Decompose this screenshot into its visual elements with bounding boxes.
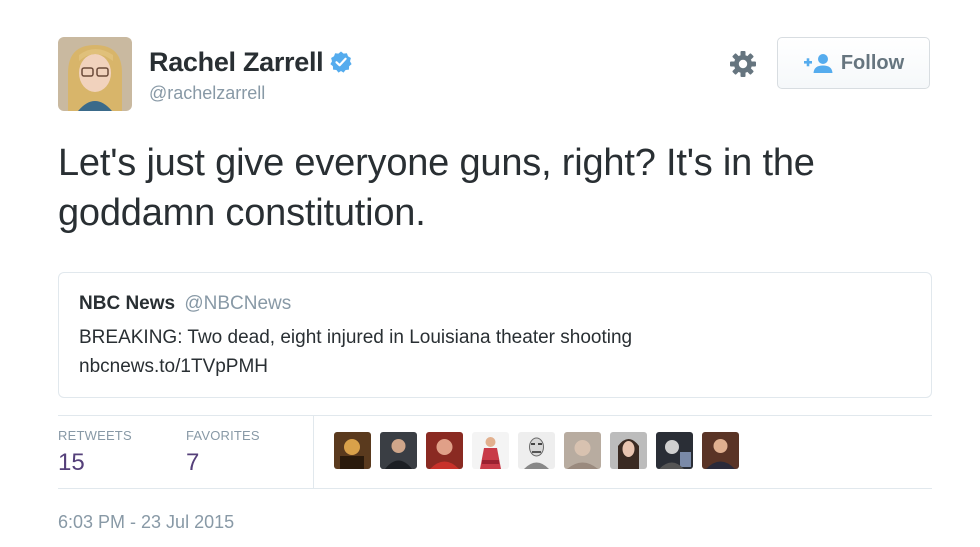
author-handle[interactable]: @rachelzarrell xyxy=(149,83,265,104)
retweets-label: RETWEETS xyxy=(58,428,132,443)
favoriter-avatar[interactable] xyxy=(334,432,371,469)
favoriter-avatar[interactable] xyxy=(656,432,693,469)
quoted-tweet-text: BREAKING: Two dead, eight injured in Lou… xyxy=(79,327,633,348)
favoriter-avatar[interactable] xyxy=(426,432,463,469)
add-user-icon xyxy=(803,54,833,73)
author-name[interactable]: Rachel Zarrell xyxy=(149,47,324,78)
quoted-tweet-handle: @NBCNews xyxy=(184,293,292,314)
favorites-label: FAVORITES xyxy=(186,428,260,443)
quoted-tweet-card[interactable]: NBC News @NBCNews BREAKING: Two dead, ei… xyxy=(58,272,932,398)
author-name-row: Rachel Zarrell xyxy=(149,44,353,80)
favoriter-avatar[interactable] xyxy=(610,432,647,469)
retweets-stat[interactable]: RETWEETS 15 xyxy=(58,428,132,477)
gear-icon[interactable] xyxy=(725,46,761,82)
favorites-count: 7 xyxy=(186,449,200,476)
favoriter-avatar[interactable] xyxy=(702,432,739,469)
tweet-text: Let's just give everyone guns, right? It… xyxy=(58,142,815,234)
quoted-tweet-name: NBC News xyxy=(79,293,176,314)
tweet-timestamp[interactable]: 6:03 PM - 23 Jul 2015 xyxy=(58,512,234,533)
favoriters-list xyxy=(334,432,748,469)
favorites-stat[interactable]: FAVORITES 7 xyxy=(186,428,260,477)
stats-divider-vertical xyxy=(313,415,314,488)
quoted-tweet-link[interactable]: nbcnews.to/1TVpPMH xyxy=(79,356,268,378)
stats-divider-bottom xyxy=(58,488,932,489)
verified-badge-icon xyxy=(330,51,352,73)
retweets-count: 15 xyxy=(58,449,85,476)
quoted-tweet-header: NBC News @NBCNews xyxy=(79,293,291,315)
stats-divider-top xyxy=(58,415,932,416)
favoriter-avatar[interactable] xyxy=(380,432,417,469)
follow-button[interactable]: Follow xyxy=(777,37,930,89)
follow-label: Follow xyxy=(840,51,905,74)
author-avatar[interactable] xyxy=(58,37,132,111)
favoriter-avatar[interactable] xyxy=(518,432,555,469)
favoriter-avatar[interactable] xyxy=(472,432,509,469)
favoriter-avatar[interactable] xyxy=(564,432,601,469)
